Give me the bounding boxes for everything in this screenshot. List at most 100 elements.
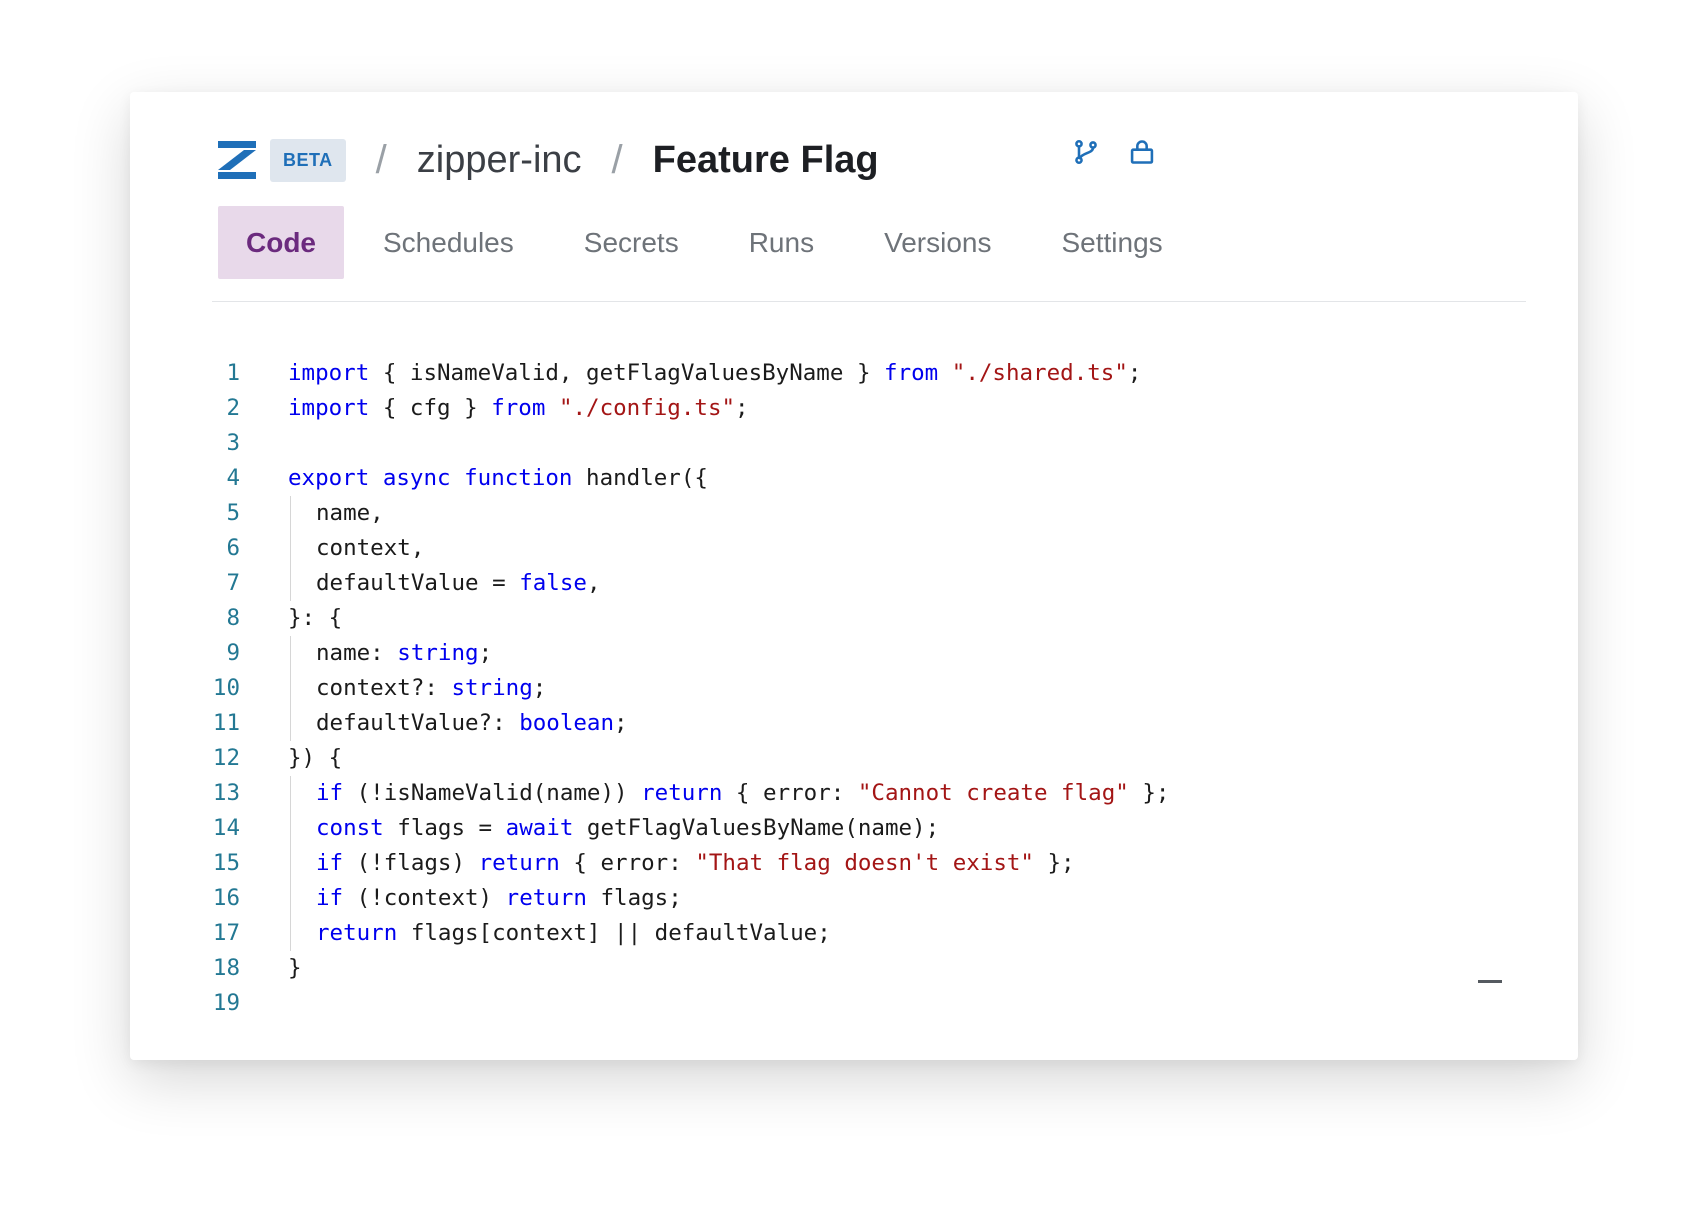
- code-keyword: if: [316, 885, 344, 911]
- code-editor[interactable]: 1 import { isNameValid, getFlagValuesByNa…: [180, 356, 1170, 1021]
- indent-guide: [288, 531, 316, 566]
- tab-secrets[interactable]: Secrets: [553, 206, 710, 279]
- code-line[interactable]: 19: [180, 986, 1169, 1021]
- indent-guide: [288, 776, 316, 811]
- code-line[interactable]: 5 name,: [180, 496, 1169, 531]
- code-line[interactable]: 14 const flags = await getFlagValuesByNam…: [180, 811, 1169, 846]
- line-number: 1: [226, 360, 240, 386]
- line-number: 13: [212, 780, 240, 806]
- code-line[interactable]: 10 context?: string;: [180, 671, 1169, 706]
- code-token: ;: [532, 675, 547, 701]
- code-keyword: return: [316, 920, 398, 946]
- lock-icon[interactable]: [1128, 138, 1156, 166]
- line-number: 15: [212, 850, 240, 876]
- code-text: context,: [288, 531, 424, 566]
- code-token: (!flags): [343, 850, 479, 876]
- breadcrumb-separator: /: [611, 137, 623, 182]
- line-number: 10: [212, 675, 240, 701]
- code-token: };: [1033, 850, 1075, 876]
- code-line[interactable]: 8}: {: [180, 601, 1169, 636]
- line-number: 11: [212, 710, 240, 736]
- code-token: { error:: [559, 850, 696, 876]
- code-line[interactable]: 18}: [180, 951, 1169, 986]
- zipper-logo-icon[interactable]: [218, 141, 256, 179]
- code-line[interactable]: 16 if (!context) return flags;: [180, 881, 1169, 916]
- code-token: ,: [586, 570, 601, 596]
- tab-divider: [212, 301, 1526, 302]
- code-text: }: [288, 951, 302, 986]
- beta-badge: BETA: [270, 138, 346, 182]
- code-line[interactable]: 17 return flags[context] || defaultValue;: [180, 916, 1169, 951]
- code-keyword: return: [478, 850, 560, 876]
- code-token: { isNameValid, getFlagValuesByName }: [369, 360, 885, 386]
- code-text: if (!flags) return { error: "That flag d…: [288, 846, 1075, 881]
- indent-guide: [288, 811, 316, 846]
- breadcrumb-org[interactable]: zipper-inc: [417, 139, 582, 182]
- breadcrumb: BETA / zipper-inc / Feature Flag: [218, 132, 879, 188]
- line-number: 3: [226, 430, 240, 456]
- code-text: if (!isNameValid(name)) return { error: …: [288, 776, 1169, 811]
- breadcrumb-separator: /: [375, 137, 387, 182]
- line-number: 4: [226, 465, 240, 491]
- line-number: 12: [212, 745, 240, 771]
- page-title: Feature Flag: [652, 138, 879, 181]
- code-text: const flags = await getFlagValuesByName(…: [288, 811, 939, 846]
- code-token: flags =: [383, 815, 506, 841]
- line-number: 14: [212, 815, 240, 841]
- code-text: context?: string;: [288, 671, 546, 706]
- indent-guide: [288, 671, 316, 706]
- code-text: export async function handler({: [288, 461, 708, 496]
- code-token: defaultValue?:: [316, 710, 520, 736]
- minimize-icon[interactable]: [1478, 980, 1502, 983]
- indent-guide: [288, 881, 316, 916]
- tab-runs[interactable]: Runs: [718, 206, 845, 279]
- code-line[interactable]: 12 }) {: [180, 741, 1169, 776]
- code-token: context,: [316, 535, 425, 561]
- code-line[interactable]: 1 import { isNameValid, getFlagValuesByNa…: [180, 356, 1169, 391]
- code-line[interactable]: 7 defaultValue = false,: [180, 566, 1169, 601]
- code-token: context?:: [316, 675, 452, 701]
- tab-settings[interactable]: Settings: [1030, 206, 1193, 279]
- code-text: import { isNameValid, getFlagValuesByNam…: [288, 356, 1141, 391]
- code-text: import { cfg } from "./config.ts";: [288, 391, 749, 426]
- code-token: };: [1128, 780, 1170, 806]
- tab-schedules[interactable]: Schedules: [352, 206, 545, 279]
- code-token: flags;: [586, 885, 682, 911]
- indent-guide: [288, 846, 316, 881]
- code-line[interactable]: 2 import { cfg } from "./config.ts";: [180, 391, 1169, 426]
- code-line[interactable]: 6 context,: [180, 531, 1169, 566]
- code-line[interactable]: 11 defaultValue?: boolean;: [180, 706, 1169, 741]
- code-line[interactable]: 4 export async function handler({: [180, 461, 1169, 496]
- git-branch-icon[interactable]: [1072, 138, 1100, 166]
- line-number: 18: [212, 955, 240, 981]
- tab-versions[interactable]: Versions: [853, 206, 1022, 279]
- code-token: ;: [478, 640, 493, 666]
- code-line[interactable]: 3: [180, 426, 1169, 461]
- code-keyword: import: [288, 395, 370, 421]
- code-line[interactable]: 9 name: string;: [180, 636, 1169, 671]
- code-token: name,: [316, 500, 384, 526]
- line-number: 2: [226, 395, 240, 421]
- code-keyword: if: [316, 850, 344, 876]
- code-text: name: string;: [288, 636, 492, 671]
- code-text: defaultValue?: boolean;: [288, 706, 628, 741]
- line-number: 8: [226, 605, 240, 631]
- code-token: (!context): [343, 885, 506, 911]
- code-text: }) {: [288, 741, 342, 776]
- code-string: "That flag doesn't exist": [695, 850, 1034, 876]
- tab-code[interactable]: Code: [218, 206, 344, 279]
- code-token: ;: [1127, 360, 1142, 386]
- code-keyword: function: [464, 465, 573, 491]
- code-line[interactable]: 13 if (!isNameValid(name)) return { error…: [180, 776, 1169, 811]
- code-keyword: const: [316, 815, 384, 841]
- line-number: 17: [212, 920, 240, 946]
- code-token: }: [288, 955, 302, 981]
- code-token: { error:: [722, 780, 858, 806]
- indent-guide: [288, 496, 316, 531]
- code-line[interactable]: 15 if (!flags) return { error: "That flag…: [180, 846, 1169, 881]
- code-text: defaultValue = false,: [288, 566, 600, 601]
- code-token: flags[context] || defaultValue;: [397, 920, 831, 946]
